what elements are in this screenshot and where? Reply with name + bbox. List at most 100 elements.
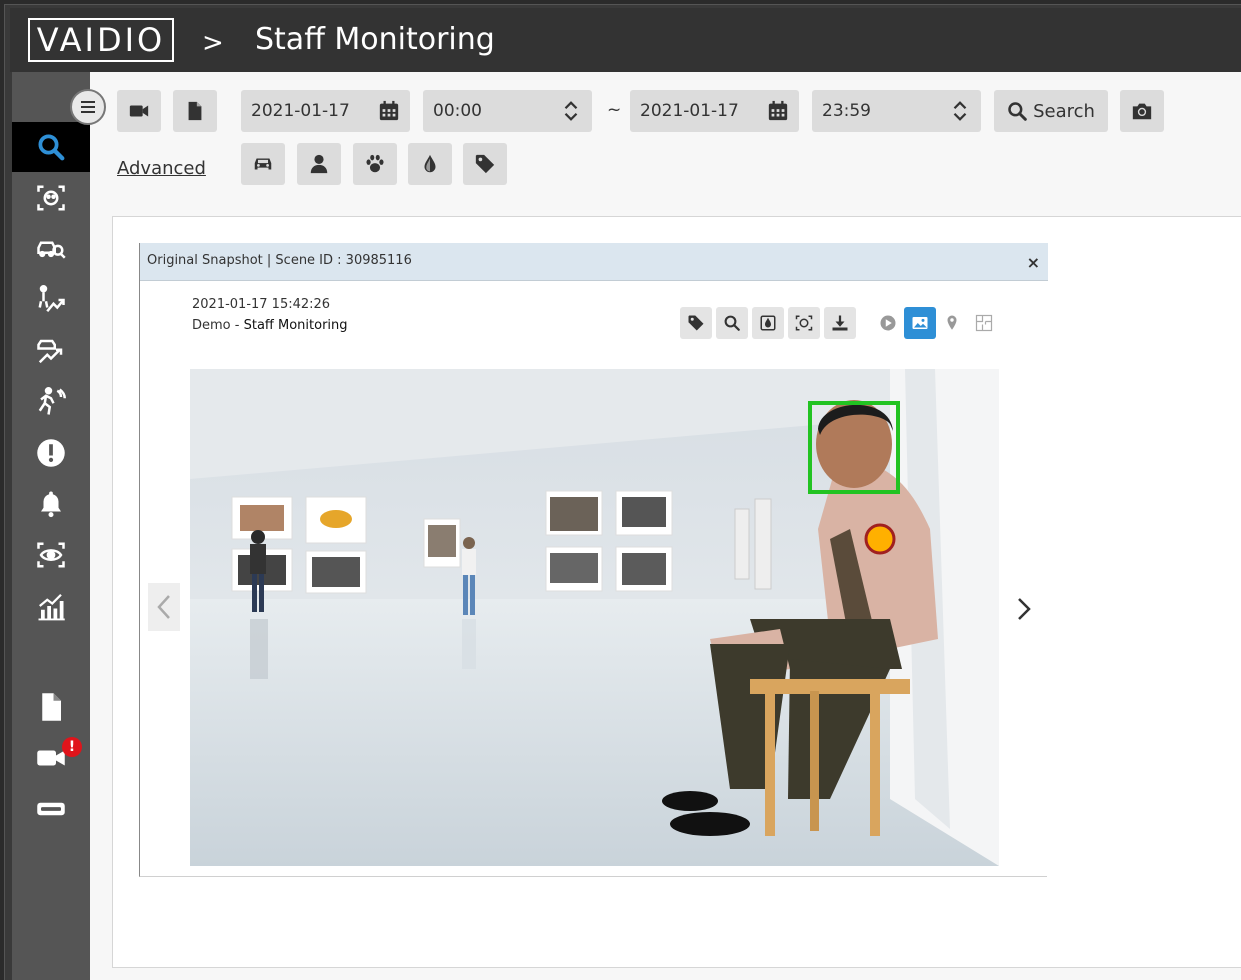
start-date-value: 2021-01-17: [251, 101, 350, 121]
main-content: 2021-01-17 00:00 ~ 2021-01-17 23:59 Sear…: [90, 72, 1241, 980]
bell-icon: [41, 491, 61, 518]
sidebar-item-notifications[interactable]: [12, 479, 90, 529]
camera-filter-button[interactable]: [117, 90, 161, 132]
search-icon: [38, 134, 65, 161]
snapshot-title: Original Snapshot | Scene ID : 30985116: [147, 253, 412, 268]
image-icon: [912, 317, 928, 329]
snapshot-timestamp: 2021-01-17 15:42:26: [192, 297, 331, 312]
search-label: Search: [1033, 100, 1095, 122]
document-icon: [42, 693, 61, 721]
person-running-icon: [38, 387, 66, 415]
face-scan-icon: [37, 185, 65, 211]
camera-photo-icon: [1132, 103, 1152, 120]
sidebar-item-alerts[interactable]: [12, 428, 90, 478]
filter-color-button[interactable]: [408, 143, 452, 185]
droplet-icon: [424, 154, 436, 173]
sidebar-item-analytics[interactable]: [12, 581, 90, 631]
video-camera-icon: [129, 105, 149, 117]
vaidio-logo[interactable]: VAIDIO: [28, 18, 174, 62]
snapshot-image[interactable]: [190, 369, 999, 866]
sidebar-item-devices[interactable]: [12, 784, 90, 834]
sidebar-item-face[interactable]: [12, 173, 90, 223]
tag-icon: [688, 315, 704, 331]
car-icon: [254, 158, 272, 170]
chevron-right-icon: [1018, 598, 1031, 620]
end-time-field[interactable]: 23:59: [812, 90, 981, 132]
advanced-link[interactable]: Advanced: [117, 158, 206, 179]
chevron-left-icon: [157, 595, 170, 619]
hamburger-icon: [81, 101, 95, 113]
tag-button[interactable]: [680, 307, 712, 339]
filter-person-button[interactable]: [297, 143, 341, 185]
filter-animal-button[interactable]: [353, 143, 397, 185]
color-adjust-button[interactable]: [752, 307, 784, 339]
face-scan-icon: [795, 315, 813, 331]
sidebar-item-reports[interactable]: [12, 682, 90, 732]
floorplan-icon: [975, 314, 993, 332]
image-view-button[interactable]: [904, 307, 936, 339]
tag-icon: [475, 154, 495, 174]
person-icon: [310, 154, 328, 174]
eye-scan-icon: [37, 542, 65, 568]
person-trend-icon: [38, 285, 65, 313]
face-search-button[interactable]: [788, 307, 820, 339]
bar-chart-icon: [38, 593, 65, 621]
download-icon: [832, 315, 848, 331]
search-button[interactable]: Search: [994, 90, 1108, 132]
calendar-icon: [768, 100, 788, 121]
end-date-field[interactable]: 2021-01-17: [630, 90, 799, 132]
floorplan-button[interactable]: [968, 307, 1000, 339]
search-icon: [1008, 102, 1027, 121]
paw-icon: [366, 154, 384, 173]
play-video-button[interactable]: [872, 307, 904, 339]
start-time-field[interactable]: 00:00: [423, 90, 592, 132]
zoom-button[interactable]: [716, 307, 748, 339]
play-icon: [880, 315, 896, 331]
exclamation-icon: [37, 439, 65, 467]
end-time-value: 23:59: [822, 101, 871, 121]
sidebar-item-vehicle-trend[interactable]: [12, 326, 90, 376]
car-trend-icon: [37, 339, 63, 364]
filter-vehicle-button[interactable]: [241, 143, 285, 185]
report-button[interactable]: [173, 90, 217, 132]
location-button[interactable]: [936, 307, 968, 339]
sidebar-item-vehicle-search[interactable]: [12, 224, 90, 274]
download-button[interactable]: [824, 307, 856, 339]
snapshot-header: Original Snapshot | Scene ID : 30985116 …: [140, 243, 1048, 281]
snapshot-dialog: Original Snapshot | Scene ID : 30985116 …: [139, 243, 1048, 877]
page-title: Staff Monitoring: [255, 22, 495, 57]
sidebar-item-people-trend[interactable]: [12, 275, 90, 325]
map-pin-icon: [947, 315, 957, 330]
filter-tag-button[interactable]: [463, 143, 507, 185]
start-time-value: 00:00: [433, 101, 482, 121]
magnifier-icon: [724, 315, 740, 331]
range-separator: ~: [607, 100, 622, 120]
logo-text: VAIDIO: [36, 21, 166, 59]
camera-name: Staff Monitoring: [243, 318, 348, 333]
sidebar-item-cameras[interactable]: !: [12, 733, 90, 783]
breadcrumb-chevron-icon: >: [202, 28, 224, 58]
snapshot-button[interactable]: [1120, 90, 1164, 132]
menu-toggle-button[interactable]: [70, 89, 106, 125]
spinner-icon: [564, 101, 578, 121]
file-icon: [188, 101, 202, 121]
color-drop-icon: [760, 315, 776, 331]
sidebar-item-search[interactable]: [12, 122, 90, 172]
next-button[interactable]: [1012, 593, 1036, 625]
sidebar-item-intrusion[interactable]: [12, 377, 90, 427]
sidebar-item-watch[interactable]: [12, 530, 90, 580]
sidebar: !: [12, 72, 90, 980]
previous-button[interactable]: [148, 583, 180, 631]
end-date-value: 2021-01-17: [640, 101, 739, 121]
snapshot-camera: Demo - Staff Monitoring: [192, 318, 348, 333]
app-header: VAIDIO > Staff Monitoring: [10, 8, 1241, 72]
start-date-field[interactable]: 2021-01-17: [241, 90, 410, 132]
results-panel: Original Snapshot | Scene ID : 30985116 …: [112, 216, 1241, 968]
camera-group: Demo: [192, 318, 231, 333]
camera-separator: -: [230, 318, 244, 333]
car-search-icon: [37, 241, 66, 259]
gallery-scene-illustration: [190, 369, 999, 866]
spinner-icon: [953, 101, 967, 121]
device-icon: [37, 802, 65, 816]
close-button[interactable]: ×: [1027, 253, 1040, 272]
